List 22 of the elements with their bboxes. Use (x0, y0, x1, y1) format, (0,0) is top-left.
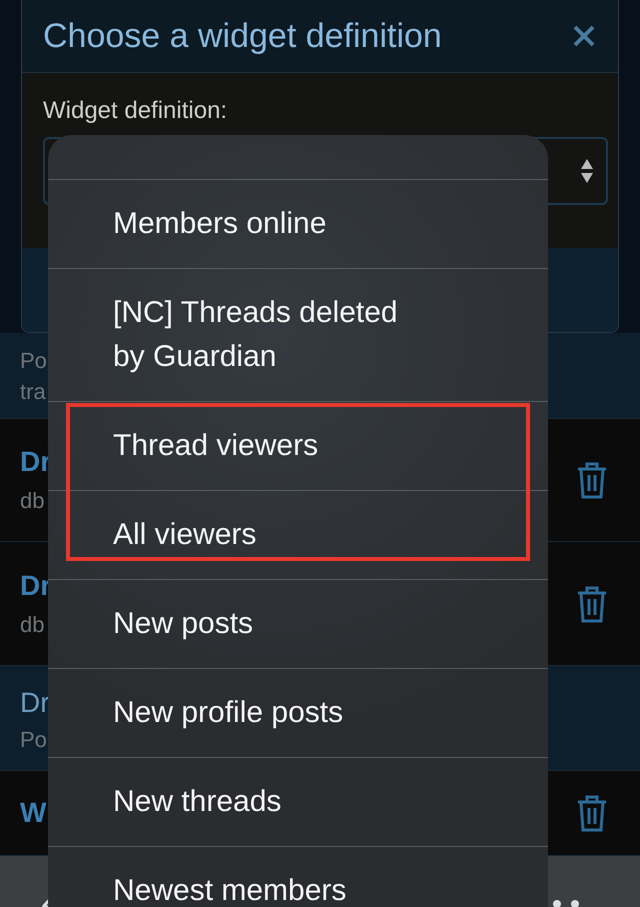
menu-option[interactable]: [NC] Threads deleted by Guardian (48, 269, 548, 402)
close-icon[interactable] (572, 24, 596, 48)
row-text: Po (20, 726, 48, 754)
field-label: Widget definition: (43, 96, 228, 125)
menu-option[interactable]: New threads (48, 758, 548, 847)
trash-icon[interactable] (576, 794, 608, 832)
row-subtitle: db (20, 610, 46, 638)
row-text: Dr (20, 686, 50, 720)
trash-icon[interactable] (576, 584, 608, 622)
row-title[interactable]: W (20, 792, 46, 834)
sort-arrows-icon (580, 158, 594, 184)
row-text: Po (20, 346, 47, 374)
menu-option[interactable]: Newest members (48, 847, 548, 907)
menu-option[interactable]: Thread viewers (48, 402, 548, 491)
row-subtitle: db (20, 487, 46, 515)
menu-option[interactable]: All viewers (48, 491, 548, 580)
trash-icon[interactable] (576, 461, 608, 499)
menu-option[interactable]: New profile posts (48, 669, 548, 758)
row-text: tra (20, 378, 47, 406)
menu-option[interactable]: New posts (48, 580, 548, 669)
menu-option[interactable]: Members online (48, 180, 548, 269)
dialog-title: Choose a widget definition (43, 16, 442, 56)
